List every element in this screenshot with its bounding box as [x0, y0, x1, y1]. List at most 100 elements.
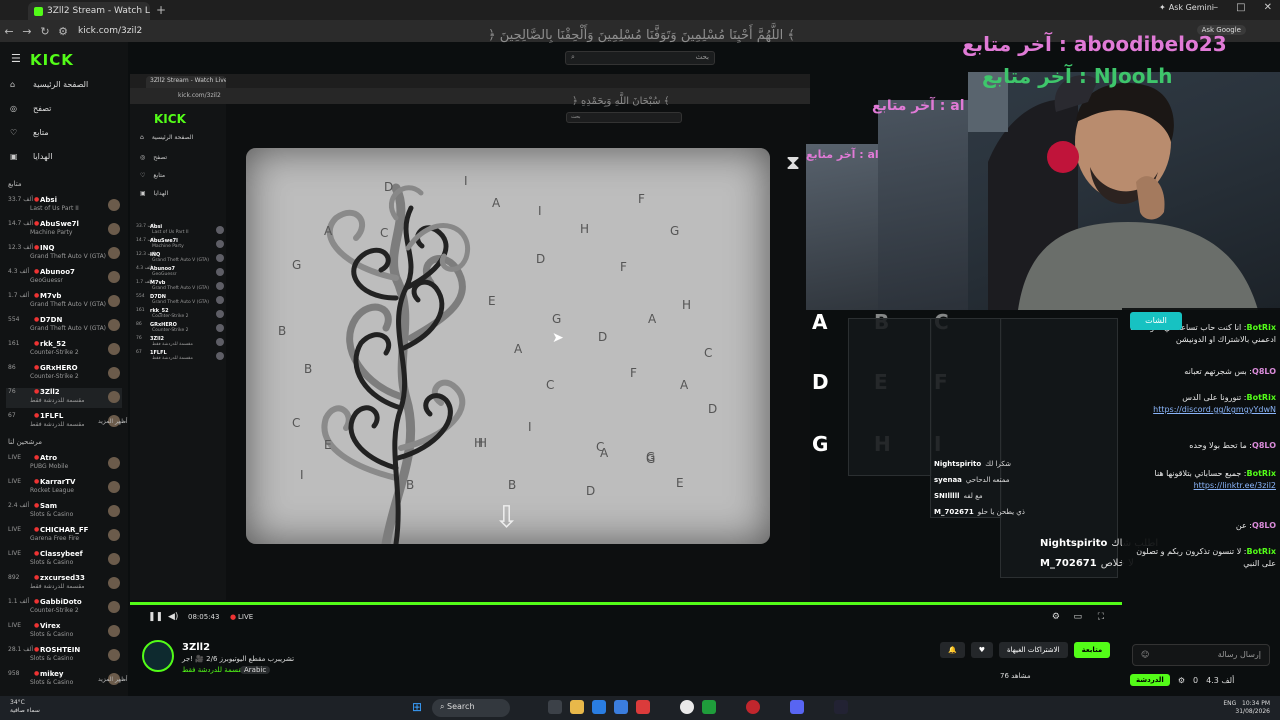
- last-follower-3: آخر متابع : al: [872, 98, 965, 114]
- sidebar-channel[interactable]: 1.7 ألف ● M7vb Grand Theft Auto V (GTA): [6, 292, 122, 312]
- minimize-icon[interactable]: –: [1213, 2, 1218, 13]
- sidebar-channel[interactable]: LIVE ● Atro PUBG Mobile: [6, 454, 122, 474]
- menu-icon[interactable]: ☰: [11, 52, 21, 65]
- browser-tab[interactable]: 3Zll2 Stream - Watch Live on K ×: [28, 2, 150, 20]
- sidebar-channel[interactable]: LIVE ● KarrarTV Rocket League: [6, 478, 122, 498]
- taskbar-search[interactable]: ⌕ Search: [432, 699, 510, 717]
- edge-icon[interactable]: [592, 700, 606, 714]
- channel-game: PUBG Mobile: [30, 463, 69, 470]
- clock-date: 31/08/2026: [1235, 708, 1270, 715]
- show-more-following[interactable]: أظهر المزيد: [98, 418, 128, 425]
- mail-icon[interactable]: [614, 700, 628, 714]
- progress-bar[interactable]: [130, 602, 1122, 605]
- emoji-icon[interactable]: ☺: [1141, 650, 1149, 660]
- channel-avatar: [108, 199, 120, 211]
- nav-home[interactable]: ⌂ الصفحة الرئيسية: [10, 80, 88, 89]
- chat-username[interactable]: Q8LO: [1252, 521, 1276, 530]
- chat-username[interactable]: Q8LO: [1252, 441, 1276, 450]
- chat-username[interactable]: Q8LO: [1252, 367, 1276, 376]
- windows-start-icon[interactable]: ⊞: [412, 700, 426, 714]
- sidebar-channel[interactable]: 2.4 ألف ● Sam Slots & Casino: [6, 502, 122, 522]
- chat-username[interactable]: BotRix: [1247, 469, 1276, 478]
- sidebar-channel[interactable]: 554 ● D7DN Grand Theft Auto V (GTA): [6, 316, 122, 336]
- scroll-down-arrow-icon[interactable]: ⇩: [494, 500, 519, 535]
- show-more-recommended[interactable]: أظهر المزيد: [98, 676, 128, 683]
- follow-button[interactable]: متابعة: [1073, 642, 1111, 658]
- live-dot-icon: ●: [34, 670, 40, 677]
- new-tab-icon[interactable]: +: [156, 3, 166, 17]
- xbox-icon[interactable]: [702, 700, 716, 714]
- notify-bell-icon[interactable]: 🔔: [940, 642, 965, 658]
- sidebar-channel[interactable]: LIVE ● CHICHAR_FF Garena Free Fire: [6, 526, 122, 546]
- inner-channel-avatar: [216, 282, 224, 290]
- inner-channel-game: مقسمة للدردشة فقط: [152, 356, 193, 361]
- overlay-chat-user: Nightspirito: [934, 460, 982, 468]
- chat-send-button[interactable]: الدردشة: [1130, 674, 1170, 686]
- nav-following[interactable]: ♡ متابع: [10, 128, 49, 137]
- sidebar-channel[interactable]: LIVE ● Classybeef Slots & Casino: [6, 550, 122, 570]
- sidebar-channel[interactable]: 33.7 ألف ● Absi Last of Us Part II: [6, 196, 122, 216]
- nav-browse[interactable]: ◎ تصفح: [10, 104, 51, 113]
- forward-icon[interactable]: →: [18, 25, 36, 38]
- back-icon[interactable]: ←: [0, 25, 18, 38]
- sidebar-channel[interactable]: 14.7 ألف ● AbuSwe7l Machine Party: [6, 220, 122, 240]
- chat-link[interactable]: https://discord.gg/kgmgyYdwN: [1153, 404, 1276, 416]
- sidebar-channel[interactable]: 86 ● GRxHERO Counter-Strike 2: [6, 364, 122, 384]
- settings-icon[interactable]: ⚙: [1178, 676, 1185, 685]
- discord-icon[interactable]: [790, 700, 804, 714]
- theater-icon[interactable]: ▭: [1073, 612, 1082, 622]
- sidebar-channel[interactable]: 28.1 ألف ● ROSHTEIN Slots & Casino: [6, 646, 122, 666]
- weather-widget[interactable]: 34°C سماء صافية: [10, 699, 40, 715]
- overlay-chat-user: Nightspirito: [1040, 538, 1108, 549]
- channel-game: Counter-Strike 2: [30, 373, 79, 380]
- nav-gifts[interactable]: ▣ الهدايا: [10, 152, 52, 161]
- fullscreen-icon[interactable]: ⛶: [1098, 612, 1104, 622]
- chat-username[interactable]: BotRix: [1247, 393, 1276, 402]
- taskbar: 34°C سماء صافية ⊞ ⌕ Search ENG 10:34 PM …: [0, 696, 1280, 720]
- streamer-avatar[interactable]: [142, 640, 174, 672]
- app-icon[interactable]: [636, 700, 650, 714]
- sidebar-channel[interactable]: 12.3 ألف ● INQ Grand Theft Auto V (GTA): [6, 244, 122, 264]
- streamer-name[interactable]: 3Zll2: [182, 642, 210, 653]
- inner-tabbar: 3Zll2 Stream - Watch Live on K: [130, 74, 810, 88]
- channel-name: M7vb: [40, 292, 62, 300]
- language-tag[interactable]: Arabic: [240, 666, 271, 674]
- kick-logo[interactable]: KICK: [30, 51, 74, 69]
- settings-gear-icon[interactable]: ⚙: [1052, 612, 1060, 622]
- system-tray[interactable]: ENG 10:34 PM 31/08/2026: [1223, 700, 1270, 716]
- game-canvas[interactable]: DIAIFACHGGDFEHGBADABCCFADCIEHCGIAGHBDEB …: [246, 148, 770, 544]
- search-input[interactable]: ⌕ بحث: [565, 51, 715, 65]
- player-controls: ❚❚ ◀) 08:05:43 ● LIVE ⛶ ▭ ⚙: [130, 610, 1122, 626]
- sidebar-channel[interactable]: 1.1 ألف ● GabbiDoto Counter-Strike 2: [6, 598, 122, 618]
- site-info-icon[interactable]: ⚙: [54, 25, 72, 38]
- ask-gemini-button[interactable]: ✦ Ask Gemini: [1159, 3, 1214, 12]
- obs-icon[interactable]: [746, 700, 760, 714]
- volume-icon[interactable]: ◀): [168, 612, 178, 622]
- channel-game: Grand Theft Auto V (GTA): [30, 253, 107, 260]
- chat-tab[interactable]: الشات: [1130, 312, 1182, 330]
- overlay-chat-text: شكرا لك: [985, 460, 1011, 468]
- task-view-icon[interactable]: [548, 700, 562, 714]
- url-field[interactable]: kick.com/3zil2: [78, 26, 142, 36]
- favorite-heart-icon[interactable]: ♥: [970, 642, 993, 658]
- file-explorer-icon[interactable]: [570, 700, 584, 714]
- sidebar-channel[interactable]: LIVE ● Virex Slots & Casino: [6, 622, 122, 642]
- steam-icon[interactable]: [834, 700, 848, 714]
- maximize-icon[interactable]: □: [1236, 2, 1245, 13]
- channel-count: LIVE: [8, 454, 22, 461]
- inner-channel-count: 161: [136, 308, 145, 313]
- pause-icon[interactable]: ❚❚: [148, 612, 163, 622]
- chrome-icon[interactable]: [680, 700, 694, 714]
- sidebar-channel[interactable]: 161 ● rkk_52 Counter-Strike 2: [6, 340, 122, 360]
- chat-link[interactable]: https://linktr.ee/3zil2: [1194, 480, 1276, 492]
- stream-category[interactable]: مقسمة للدردشة فقط: [182, 666, 246, 674]
- close-window-icon[interactable]: ✕: [1264, 2, 1272, 13]
- chat-input[interactable]: ☺ إرسال رسالة: [1132, 644, 1270, 666]
- chat-username[interactable]: BotRix: [1247, 323, 1276, 332]
- chat-username[interactable]: BotRix: [1247, 547, 1276, 556]
- subscribe-button[interactable]: الاشتراكات الغيهاة: [999, 642, 1068, 658]
- sidebar-channel[interactable]: 892 ● zxcursed33 مقسمة للدردشة فقط: [6, 574, 122, 594]
- reload-icon[interactable]: ↻: [36, 25, 54, 38]
- sidebar-channel[interactable]: 4.3 ألف ● Abunoo7 GeoGuessr: [6, 268, 122, 288]
- sidebar-channel[interactable]: 76 ● 3Zll2 مقسمة للدردشة فقط: [6, 388, 122, 408]
